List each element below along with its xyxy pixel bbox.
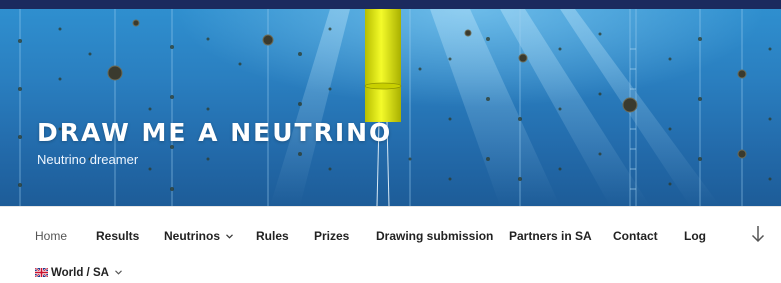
chevron-down-icon [115,270,122,276]
top-bar [0,0,781,9]
site-tagline: Neutrino dreamer [37,152,139,167]
site-title[interactable]: DRAW ME A NEUTRINO [37,118,392,147]
nav-item-contact[interactable]: Contact [613,229,658,243]
underwater-scene-image [18,9,772,206]
nav-item-log[interactable]: Log [684,229,706,243]
nav-item-rules[interactable]: Rules [256,229,289,243]
uk-flag-icon [35,268,48,277]
nav-item-neutrinos-label: Neutrinos [164,229,221,243]
nav-item-drawing-submission[interactable]: Drawing submission [376,229,493,243]
main-navigation: Home Results Neutrinos Rules Prizes Draw… [0,206,781,283]
header-banner: DRAW ME A NEUTRINO Neutrino dreamer [0,9,781,206]
language-switcher[interactable]: World / SA [35,267,122,279]
nav-item-partners-in-sa[interactable]: Partners in SA [509,229,592,243]
nav-item-results[interactable]: Results [96,229,139,243]
nav-item-neutrinos[interactable]: Neutrinos [164,229,233,243]
language-label: World / SA [51,267,109,279]
nav-item-home[interactable]: Home [35,229,67,243]
chevron-down-icon [226,234,233,239]
arrow-down-icon[interactable] [751,225,765,243]
nav-item-prizes[interactable]: Prizes [314,229,349,243]
